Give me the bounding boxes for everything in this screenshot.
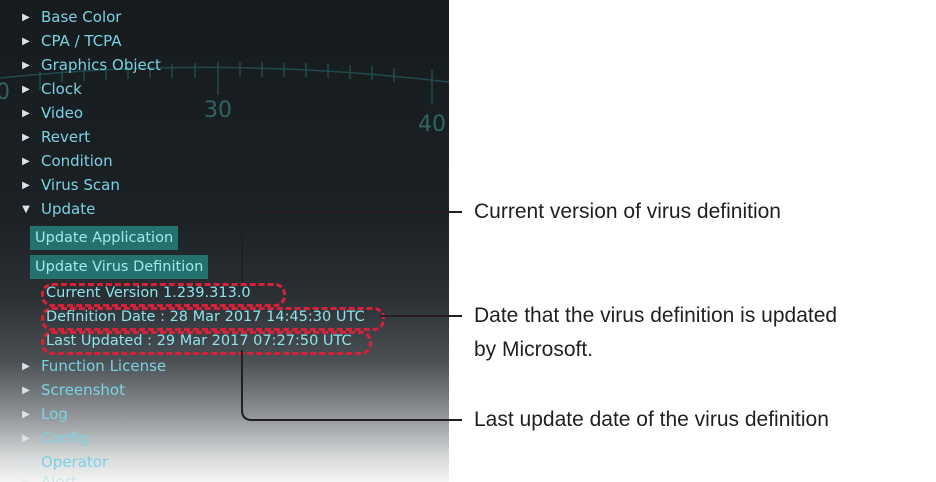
menu-item-label: Function License xyxy=(41,357,167,375)
settings-panel: 30 40 0 ▶ Base Color ▶ CPA / TCPA ▶ Grap… xyxy=(0,0,449,482)
menu-item-label: Clock xyxy=(41,80,82,98)
update-virus-definition-button[interactable]: Update Virus Definition xyxy=(30,255,209,279)
callout-definition-date-line2: by Microsoft. xyxy=(474,338,594,361)
expand-arrow-icon: ▶ xyxy=(22,83,30,95)
menu-item-label: Condition xyxy=(41,152,113,170)
expand-arrow-icon: ▶ xyxy=(22,131,30,143)
definition-date-text: Definition Date : 28 Mar 2017 14:45:30 U… xyxy=(46,309,365,325)
menu-item-clock[interactable]: ▶ Clock xyxy=(0,78,82,100)
callout-last-update: Last update date of the virus definition xyxy=(474,408,829,431)
menu-item-label: Screenshot xyxy=(41,381,125,399)
menu-item-label: Base Color xyxy=(41,8,122,26)
menu-item-base-color[interactable]: ▶ Base Color xyxy=(0,6,121,28)
menu-item-label: Operator xyxy=(41,453,109,471)
menu-item-label: Video xyxy=(41,104,84,122)
menu-item-cpa-tcpa[interactable]: ▶ CPA / TCPA xyxy=(0,30,122,52)
menu-item-label: Alert xyxy=(41,473,77,482)
expand-arrow-icon: ▶ xyxy=(22,360,30,372)
menu-item-label: Config xyxy=(41,429,90,447)
menu-item-graphics-object[interactable]: ▶ Graphics Object xyxy=(0,54,161,76)
callout-current-version: Current version of virus definition xyxy=(474,200,781,223)
expand-arrow-icon: ▶ xyxy=(22,432,30,444)
expand-arrow-icon: ▶ xyxy=(22,35,30,47)
menu-item-revert[interactable]: ▶ Revert xyxy=(0,126,90,148)
expand-arrow-icon: ▶ xyxy=(22,476,30,482)
scale-label-40: 40 xyxy=(418,112,446,137)
expand-arrow-icon: ▶ xyxy=(22,408,30,420)
expand-arrow-icon: ▶ xyxy=(22,384,30,396)
menu-item-video[interactable]: ▶ Video xyxy=(0,102,83,124)
menu-item-label: Virus Scan xyxy=(41,176,120,194)
menu-item-alert[interactable]: ▶ Alert xyxy=(0,471,77,482)
menu-item-function-license[interactable]: ▶ Function License xyxy=(0,355,166,377)
expand-arrow-icon: ▶ xyxy=(22,59,30,71)
expand-arrow-icon: ▶ xyxy=(22,179,30,191)
menu-item-config[interactable]: ▶ Config xyxy=(0,427,89,449)
expand-arrow-icon: ▶ xyxy=(22,456,30,468)
menu-item-screenshot[interactable]: ▶ Screenshot xyxy=(0,379,125,401)
update-application-button[interactable]: Update Application xyxy=(30,226,179,250)
menu-item-label: Revert xyxy=(41,128,91,146)
current-version-text: Current Version 1.239.313.0 xyxy=(46,285,251,301)
collapse-arrow-icon: ▼ xyxy=(22,203,30,215)
menu-item-virus-scan[interactable]: ▶ Virus Scan xyxy=(0,174,120,196)
menu-item-label: Log xyxy=(41,405,68,423)
menu-item-label: Graphics Object xyxy=(41,56,161,74)
menu-item-log[interactable]: ▶ Log xyxy=(0,403,68,425)
expand-arrow-icon: ▶ xyxy=(22,155,30,167)
scale-label-30: 30 xyxy=(204,98,232,123)
menu-item-update[interactable]: ▼ Update xyxy=(0,198,95,220)
menu-item-operator[interactable]: ▶ Operator xyxy=(0,451,108,473)
callout-definition-date-line1: Date that the virus definition is update… xyxy=(474,304,838,327)
menu-item-condition[interactable]: ▶ Condition xyxy=(0,150,113,172)
last-updated-text: Last Updated : 29 Mar 2017 07:27:50 UTC xyxy=(46,333,352,349)
menu-item-label: CPA / TCPA xyxy=(41,32,122,50)
menu-item-label: Update xyxy=(41,200,96,218)
expand-arrow-icon: ▶ xyxy=(22,107,30,119)
expand-arrow-icon: ▶ xyxy=(22,11,30,23)
